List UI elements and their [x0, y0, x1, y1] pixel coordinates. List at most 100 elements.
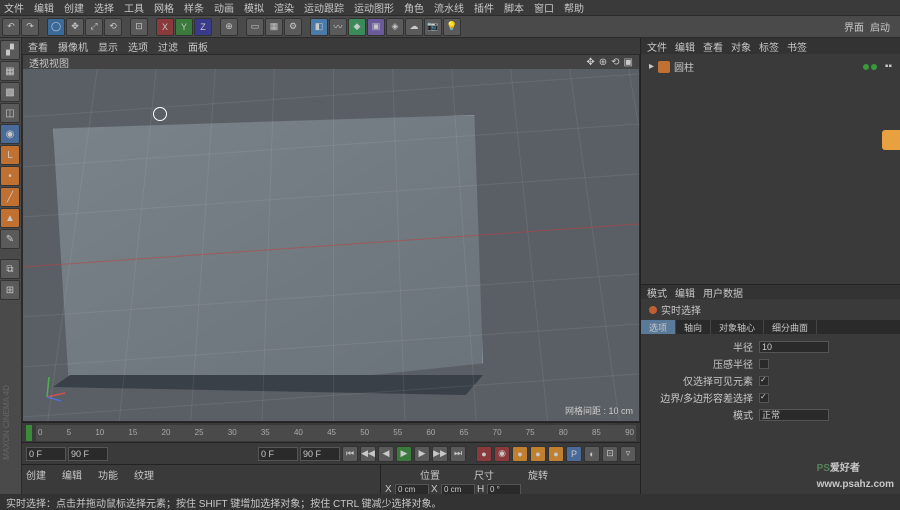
mat-tab-功能[interactable]: 功能 [98, 467, 118, 479]
visibility-render-dot[interactable] [871, 64, 877, 70]
axis-x-toggle[interactable]: X [156, 18, 174, 36]
timeline[interactable]: 051015202530354045505560657075808590 [22, 422, 640, 442]
pressure-checkbox[interactable] [759, 359, 769, 369]
nurbs-button[interactable]: ◆ [348, 18, 366, 36]
obj-tab-标签[interactable]: 标签 [759, 39, 779, 54]
obj-tab-书签[interactable]: 书签 [787, 39, 807, 54]
expand-icon[interactable]: ▸ [649, 61, 654, 72]
menu-窗口[interactable]: 窗口 [534, 0, 554, 15]
vpmenu-过滤[interactable]: 过滤 [158, 39, 178, 54]
render-region-button[interactable]: ▦ [265, 18, 283, 36]
menu-模拟[interactable]: 模拟 [244, 0, 264, 15]
vpmenu-摄像机[interactable]: 摄像机 [58, 39, 88, 54]
point-mode-button[interactable]: • [0, 166, 20, 186]
frame-current-input[interactable] [258, 447, 298, 461]
redo-button[interactable]: ↷ [21, 18, 39, 36]
timeline-ruler[interactable]: 051015202530354045505560657075808590 [36, 425, 636, 441]
menu-流水线[interactable]: 流水线 [434, 0, 464, 15]
scale-tool[interactable]: ⤢ [85, 18, 103, 36]
vp-zoom-icon[interactable]: ⊕ [599, 57, 607, 68]
visible-only-checkbox[interactable] [759, 376, 769, 386]
menu-网格[interactable]: 网格 [154, 0, 174, 15]
menu-动画[interactable]: 动画 [214, 0, 234, 15]
mat-tab-创建[interactable]: 创建 [26, 467, 46, 479]
edge-mode-button[interactable]: ╱ [0, 187, 20, 207]
object-name[interactable]: 圆柱 [674, 59, 694, 74]
object-tree-item[interactable]: ▸ 圆柱 ▪▪ [649, 58, 892, 75]
vp-nav-icon[interactable]: ✥ [586, 57, 594, 68]
move-tool[interactable]: ✥ [66, 18, 84, 36]
undo-button[interactable]: ↶ [2, 18, 20, 36]
radius-input[interactable] [759, 341, 829, 353]
menu-渲染[interactable]: 渲染 [274, 0, 294, 15]
visibility-editor-dot[interactable] [863, 64, 869, 70]
frame-start-input[interactable] [26, 447, 66, 461]
attr-subtab-对象轴心[interactable]: 对象轴心 [711, 320, 764, 334]
menu-创建[interactable]: 创建 [64, 0, 84, 15]
render-view-button[interactable]: ▭ [246, 18, 264, 36]
obj-tab-查看[interactable]: 查看 [703, 39, 723, 54]
menu-运动图形[interactable]: 运动图形 [354, 0, 394, 15]
menu-角色[interactable]: 角色 [404, 0, 424, 15]
attr-subtab-选项[interactable]: 选项 [641, 320, 676, 334]
texture-mode-button[interactable]: ▩ [0, 82, 20, 102]
record-button[interactable]: ● [476, 446, 492, 462]
menu-样条[interactable]: 样条 [184, 0, 204, 15]
key-pla-button[interactable]: ◐ [584, 446, 600, 462]
attr-subtab-轴向[interactable]: 轴向 [676, 320, 711, 334]
goto-start-button[interactable]: ⏮ [342, 446, 358, 462]
mode-select[interactable] [759, 409, 829, 421]
perspective-viewport[interactable]: 透视视图 ✥ ⊕ ⟲ ▣ 网格间距 : 10 cm [22, 54, 640, 422]
render-settings-button[interactable]: ⚙ [284, 18, 302, 36]
axis-z-toggle[interactable]: Z [194, 18, 212, 36]
layout-tab-interface[interactable]: 界面 [844, 19, 864, 34]
vpmenu-查看[interactable]: 查看 [28, 39, 48, 54]
side-tab-icon[interactable] [882, 130, 900, 150]
obj-tab-编辑[interactable]: 编辑 [675, 39, 695, 54]
cube-primitive-button[interactable]: ◧ [310, 18, 328, 36]
snap-enable-button[interactable]: ⧉ [0, 259, 20, 279]
obj-tab-文件[interactable]: 文件 [647, 39, 667, 54]
frame-end-input[interactable] [68, 447, 108, 461]
make-editable-button[interactable]: ▞ [0, 40, 20, 60]
timeline-playhead[interactable] [26, 425, 32, 441]
obj-tab-对象[interactable]: 对象 [731, 39, 751, 54]
key-param-button[interactable]: P [566, 446, 582, 462]
vpmenu-显示[interactable]: 显示 [98, 39, 118, 54]
tweak-mode-button[interactable]: ✎ [0, 229, 20, 249]
recent-tool[interactable]: ⊡ [130, 18, 148, 36]
rotate-tool[interactable]: ⟲ [104, 18, 122, 36]
vpmenu-选项[interactable]: 选项 [128, 39, 148, 54]
next-key-button[interactable]: ▶▶ [432, 446, 448, 462]
key-scale-button[interactable]: ● [530, 446, 546, 462]
play-button[interactable]: ▶ [396, 446, 412, 462]
key-options-button[interactable]: ⊡ [602, 446, 618, 462]
coord-system-button[interactable]: ⊕ [220, 18, 238, 36]
deformer-button[interactable]: ◈ [386, 18, 404, 36]
live-select-tool[interactable]: ◯ [47, 18, 65, 36]
snap-settings-button[interactable]: ⊞ [0, 280, 20, 300]
workplane-button[interactable]: ◫ [0, 103, 20, 123]
prev-frame-button[interactable]: ◀ [378, 446, 394, 462]
menu-插件[interactable]: 插件 [474, 0, 494, 15]
menu-工具[interactable]: 工具 [124, 0, 144, 15]
light-button[interactable]: 💡 [443, 18, 461, 36]
menu-帮助[interactable]: 帮助 [564, 0, 584, 15]
key-more-button[interactable]: ▿ [620, 446, 636, 462]
key-rot-button[interactable]: ● [548, 446, 564, 462]
key-pos-button[interactable]: ● [512, 446, 528, 462]
menu-脚本[interactable]: 脚本 [504, 0, 524, 15]
environment-button[interactable]: ☁ [405, 18, 423, 36]
vp-rotate-icon[interactable]: ⟲ [611, 57, 619, 68]
axis-y-toggle[interactable]: Y [175, 18, 193, 36]
mat-tab-编辑[interactable]: 编辑 [62, 467, 82, 479]
attr-tab-编辑[interactable]: 编辑 [675, 285, 695, 300]
model-mode-button[interactable]: ▦ [0, 61, 20, 81]
attr-tab-用户数据[interactable]: 用户数据 [703, 285, 743, 300]
mat-tab-纹理[interactable]: 纹理 [134, 467, 154, 479]
spline-button[interactable]: 〰 [329, 18, 347, 36]
generator-button[interactable]: ▣ [367, 18, 385, 36]
menu-编辑[interactable]: 编辑 [34, 0, 54, 15]
frame-range-input[interactable] [300, 447, 340, 461]
prev-key-button[interactable]: ◀◀ [360, 446, 376, 462]
